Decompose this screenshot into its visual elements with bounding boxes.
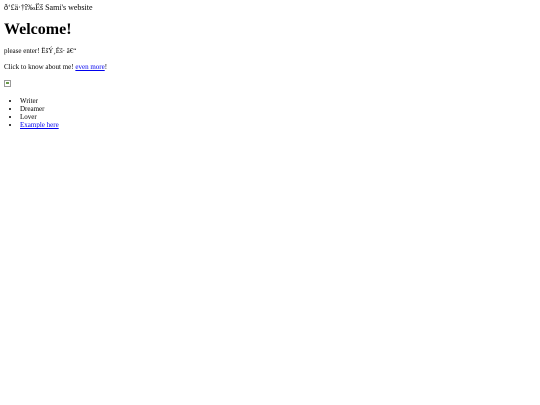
even-more-link[interactable]: even more: [75, 63, 104, 71]
page: ð‘£ä·†î‰Ëš Sami's website Welcome! pleas…: [0, 0, 540, 405]
list-item-writer: Writer: [20, 97, 536, 105]
site-title: ð‘£ä·†î‰Ëš Sami's website: [4, 3, 93, 12]
enter-text: please enter! ËšÝ¸Ëš‧ â€“: [4, 47, 77, 55]
about-prefix: Click to know about me!: [4, 63, 76, 71]
list-item-example: Example here: [20, 121, 536, 129]
about-suffix: !: [104, 63, 108, 71]
welcome-heading: Welcome!: [4, 21, 72, 38]
list-item-lover: Lover: [20, 113, 536, 121]
roles-list: Writer Dreamer Lover Example here: [4, 97, 536, 129]
list-item-dreamer: Dreamer: [20, 105, 536, 113]
example-link[interactable]: Example here: [20, 121, 59, 129]
about-paragraph: Click to know about me! even more!: [4, 63, 536, 72]
broken-image-icon: [4, 80, 11, 87]
